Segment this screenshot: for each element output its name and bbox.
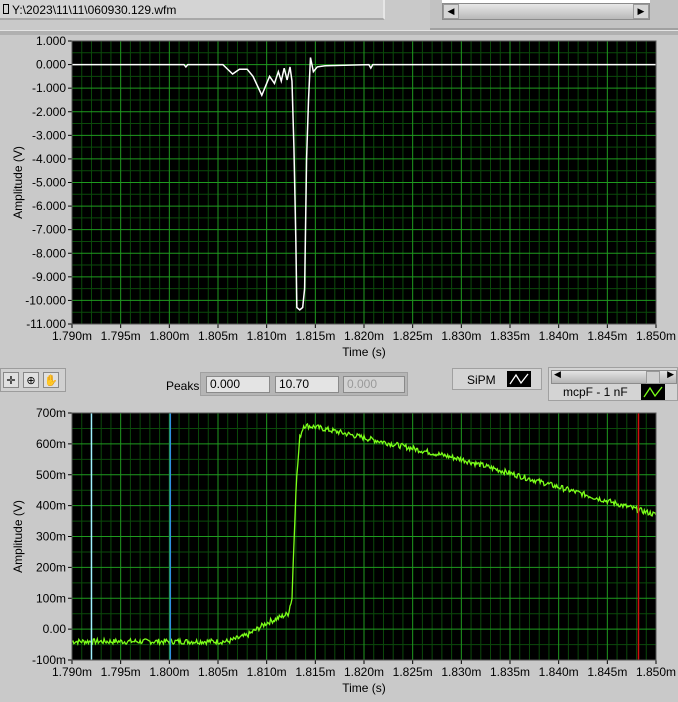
x-tick-label: 1.840m (539, 665, 579, 679)
y-tick-label: 500m (36, 468, 66, 482)
legend-sipm-label: SiPM (467, 373, 496, 387)
y-axis-title: Amplitude (V) (11, 146, 25, 219)
x-tick-label: 1.800m (149, 329, 189, 343)
x-tick-label: 1.850m (636, 329, 676, 343)
x-tick-label: 1.805m (198, 665, 238, 679)
y-tick-label: 100m (36, 591, 66, 605)
bottom-waveform-graph[interactable]: 1.790m 1.795m 1.800m 1.805m 1.810m 1.815m 1.82… (0, 398, 678, 702)
y-tick-label: -11.000 (26, 317, 66, 331)
y-tick-label: 600m (36, 437, 66, 451)
x-tick-label: 1.790m (52, 329, 92, 343)
y-tick-label: -3.000 (32, 128, 66, 142)
x-tick-label: 1.830m (441, 329, 481, 343)
scroll-right-icon[interactable]: ▶ (667, 369, 674, 380)
y-tick-label: -9.000 (32, 270, 66, 284)
cursor-tool-icon[interactable]: ✛ (3, 372, 19, 388)
scroll-right-icon[interactable]: ▶ (633, 4, 649, 19)
y-tick-label: -1.000 (32, 81, 66, 95)
y-axis-title: Amplitude (V) (11, 500, 25, 573)
peak-value-2[interactable]: 10.70 (275, 376, 339, 393)
x-tick-label: 1.840m (539, 329, 579, 343)
x-tick-label: 1.800m (149, 665, 189, 679)
y-tick-label: 300m (36, 530, 66, 544)
y-tick-label: -5.000 (32, 176, 66, 190)
x-tick-label: 1.820m (344, 665, 384, 679)
graph-toolbar: ✛ ⊕ ✋ Peaks 0.000 10.70 0.000 SiPM ◀ ▶ m… (0, 366, 678, 401)
x-tick-label: 1.820m (344, 329, 384, 343)
x-tick-label: 1.795m (101, 665, 141, 679)
file-path-text: Y:\2023\11\11\060930.129.wfm (12, 3, 177, 17)
legend-sipm[interactable]: SiPM (452, 368, 542, 390)
y-tick-label: 400m (36, 499, 66, 513)
path-icon (3, 4, 9, 14)
x-tick-label: 1.825m (393, 665, 433, 679)
x-tick-label: 1.805m (198, 329, 238, 343)
y-tick-label: 0.00 (43, 622, 67, 636)
x-axis-title: Time (s) (342, 681, 386, 695)
legend-scrollbar[interactable]: ◀ ▶ (551, 369, 677, 384)
x-tick-label: 1.815m (295, 329, 335, 343)
y-tick-label: -100m (32, 653, 66, 667)
y-tick-label: -7.000 (32, 223, 66, 237)
peak-value-3[interactable]: 0.000 (343, 376, 405, 393)
top-waveform-graph[interactable]: 1.790m 1.795m 1.800m 1.805m 1.810m 1.815m 1.82… (0, 34, 678, 366)
pan-hand-icon[interactable]: ✋ (43, 372, 59, 388)
x-tick-label: 1.835m (490, 665, 530, 679)
x-tick-label: 1.790m (52, 665, 92, 679)
scroll-thumb[interactable] (646, 371, 660, 384)
scroll-left-icon[interactable]: ◀ (554, 369, 561, 380)
legend-mcpf[interactable]: ◀ ▶ mcpF - 1 nF (548, 367, 678, 401)
y-tick-label: -6.000 (32, 199, 66, 213)
sipm-line-icon (507, 371, 531, 387)
peak-value-1[interactable]: 0.000 (206, 376, 270, 393)
legend-mcpf-label: mcpF - 1 nF (563, 385, 628, 399)
graph-palette: ✛ ⊕ ✋ (0, 368, 66, 392)
scroll-left-icon[interactable]: ◀ (443, 4, 459, 19)
y-tick-label: 1.000 (36, 34, 66, 48)
x-tick-label: 1.835m (490, 329, 530, 343)
x-tick-label: 1.845m (587, 665, 627, 679)
peaks-label: Peaks (166, 379, 200, 393)
y-tick-label: -2.000 (32, 105, 66, 119)
x-tick-label: 1.830m (441, 665, 481, 679)
y-tick-label: 0.000 (36, 58, 66, 72)
x-tick-label: 1.850m (636, 665, 676, 679)
x-tick-label: 1.795m (101, 329, 141, 343)
x-tick-label: 1.810m (247, 329, 287, 343)
y-tick-label: 700m (36, 406, 66, 420)
x-axis-title: Time (s) (342, 345, 386, 359)
y-tick-label: -10.000 (25, 293, 66, 307)
y-tick-label: 200m (36, 560, 66, 574)
peaks-array: 0.000 10.70 0.000 (200, 372, 408, 396)
horizontal-scrollbar[interactable]: ◀ ▶ (442, 3, 650, 20)
x-tick-label: 1.825m (393, 329, 433, 343)
y-tick-label: -8.000 (32, 246, 66, 260)
x-tick-label: 1.815m (295, 665, 335, 679)
x-tick-label: 1.810m (247, 665, 287, 679)
x-tick-label: 1.845m (587, 329, 627, 343)
zoom-tool-icon[interactable]: ⊕ (23, 372, 39, 388)
file-path-display[interactable]: Y:\2023\11\11\060930.129.wfm (0, 0, 385, 20)
y-tick-label: -4.000 (32, 152, 66, 166)
